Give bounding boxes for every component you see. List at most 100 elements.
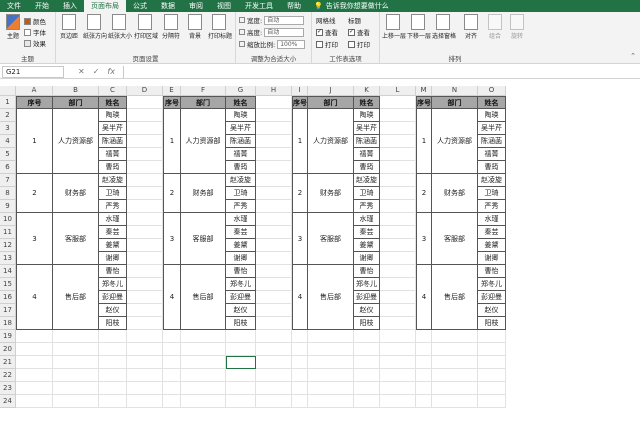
name-cell[interactable]: 吴半芹: [226, 122, 256, 135]
cell[interactable]: [99, 395, 127, 408]
group-number-cell[interactable]: 4: [292, 265, 308, 330]
cell[interactable]: [53, 330, 99, 343]
group-number-cell[interactable]: 4: [16, 265, 53, 330]
cell[interactable]: [99, 382, 127, 395]
cell[interactable]: [380, 265, 416, 278]
page-setup-button-6[interactable]: 打印标题: [208, 14, 232, 40]
cell[interactable]: [256, 395, 292, 408]
cell[interactable]: [53, 369, 99, 382]
tell-me-search[interactable]: 💡 告诉我你想要做什么: [314, 1, 389, 11]
cell[interactable]: [432, 343, 478, 356]
cell[interactable]: [256, 382, 292, 395]
department-cell[interactable]: 客服部: [432, 213, 478, 265]
cell[interactable]: [478, 330, 506, 343]
group-number-cell[interactable]: 4: [163, 265, 181, 330]
cell[interactable]: [432, 395, 478, 408]
row-header-21[interactable]: 21: [0, 356, 16, 369]
name-cell[interactable]: 陈涵菡: [226, 135, 256, 148]
group-number-cell[interactable]: 2: [416, 174, 432, 213]
group-number-cell[interactable]: 3: [16, 213, 53, 265]
name-cell[interactable]: 姜黛: [478, 239, 506, 252]
headings-view-checkbox[interactable]: ✓ 查看: [348, 27, 370, 37]
row-header-5[interactable]: 5: [0, 148, 16, 161]
page-setup-button-4[interactable]: 分隔符: [160, 14, 182, 40]
cell[interactable]: [432, 369, 478, 382]
arrange-button-3[interactable]: 对齐: [460, 14, 482, 40]
column-header-L[interactable]: L: [380, 86, 416, 96]
name-cell[interactable]: 赵仪: [226, 304, 256, 317]
row-header-9[interactable]: 9: [0, 200, 16, 213]
group-number-cell[interactable]: 4: [416, 265, 432, 330]
width-select[interactable]: 自动: [264, 15, 305, 25]
cell[interactable]: [380, 278, 416, 291]
name-cell[interactable]: 曹怡: [478, 265, 506, 278]
row-header-20[interactable]: 20: [0, 343, 16, 356]
gridlines-view-checkbox[interactable]: ✓ 查看: [316, 27, 338, 37]
name-cell[interactable]: 秦芸: [226, 226, 256, 239]
cell[interactable]: [127, 161, 163, 174]
name-cell[interactable]: 禧菁: [99, 148, 127, 161]
name-cell[interactable]: 赵凌旋: [354, 174, 380, 187]
headings-print-checkbox[interactable]: 打印: [348, 39, 370, 49]
cell[interactable]: [127, 148, 163, 161]
department-cell[interactable]: 人力资源部: [53, 109, 99, 174]
tab-5[interactable]: 数据: [154, 0, 182, 12]
name-cell[interactable]: 彭迎曼: [99, 291, 127, 304]
name-cell[interactable]: 彭迎曼: [478, 291, 506, 304]
name-cell[interactable]: 严秀: [99, 200, 127, 213]
table-header-cell[interactable]: 部门: [308, 96, 354, 109]
arrange-button-4[interactable]: 组合: [484, 14, 506, 40]
cell[interactable]: [127, 109, 163, 122]
name-cell[interactable]: 曹怡: [226, 265, 256, 278]
column-header-O[interactable]: O: [478, 86, 506, 96]
name-cell[interactable]: 谢卿: [99, 252, 127, 265]
name-cell[interactable]: 曹筠: [226, 161, 256, 174]
cell[interactable]: [256, 226, 292, 239]
row-header-2[interactable]: 2: [0, 109, 16, 122]
tab-0[interactable]: 文件: [0, 0, 28, 12]
cell[interactable]: [292, 382, 308, 395]
name-cell[interactable]: 吴半芹: [99, 122, 127, 135]
cell[interactable]: [163, 382, 181, 395]
name-cell[interactable]: 陶瑛: [478, 109, 506, 122]
height-select[interactable]: 自动: [264, 27, 305, 37]
cell[interactable]: [99, 369, 127, 382]
cell[interactable]: [432, 382, 478, 395]
name-cell[interactable]: 陈涵菡: [99, 135, 127, 148]
cell[interactable]: [16, 343, 53, 356]
group-number-cell[interactable]: 1: [416, 109, 432, 174]
cell[interactable]: [380, 200, 416, 213]
arrange-button-0[interactable]: 上移一层: [382, 14, 406, 40]
name-cell[interactable]: 陶瑛: [354, 109, 380, 122]
name-cell[interactable]: 谢卿: [478, 252, 506, 265]
cell[interactable]: [99, 356, 127, 369]
cell[interactable]: [127, 382, 163, 395]
cell[interactable]: [380, 135, 416, 148]
cell[interactable]: [163, 356, 181, 369]
cell[interactable]: [53, 356, 99, 369]
name-cell[interactable]: 卫琦: [99, 187, 127, 200]
name-cell[interactable]: 陈涵菡: [478, 135, 506, 148]
name-cell[interactable]: 曹怡: [99, 265, 127, 278]
cell[interactable]: [127, 122, 163, 135]
formula-input[interactable]: [122, 65, 640, 78]
group-number-cell[interactable]: 3: [163, 213, 181, 265]
row-header-23[interactable]: 23: [0, 382, 16, 395]
cell[interactable]: [416, 369, 432, 382]
name-cell[interactable]: 秦芸: [354, 226, 380, 239]
name-cell[interactable]: 禧菁: [478, 148, 506, 161]
department-cell[interactable]: 售后部: [308, 265, 354, 330]
cell[interactable]: [380, 122, 416, 135]
cell[interactable]: [354, 395, 380, 408]
row-header-15[interactable]: 15: [0, 278, 16, 291]
height-field[interactable]: 高度: 自动: [239, 27, 305, 37]
name-cell[interactable]: 赵仪: [354, 304, 380, 317]
gridlines-print-checkbox[interactable]: 打印: [316, 39, 338, 49]
cell[interactable]: [127, 278, 163, 291]
cell[interactable]: [380, 252, 416, 265]
cell[interactable]: [127, 395, 163, 408]
row-header-18[interactable]: 18: [0, 317, 16, 330]
group-number-cell[interactable]: 3: [416, 213, 432, 265]
cell[interactable]: [380, 343, 416, 356]
name-cell[interactable]: 禧菁: [354, 148, 380, 161]
